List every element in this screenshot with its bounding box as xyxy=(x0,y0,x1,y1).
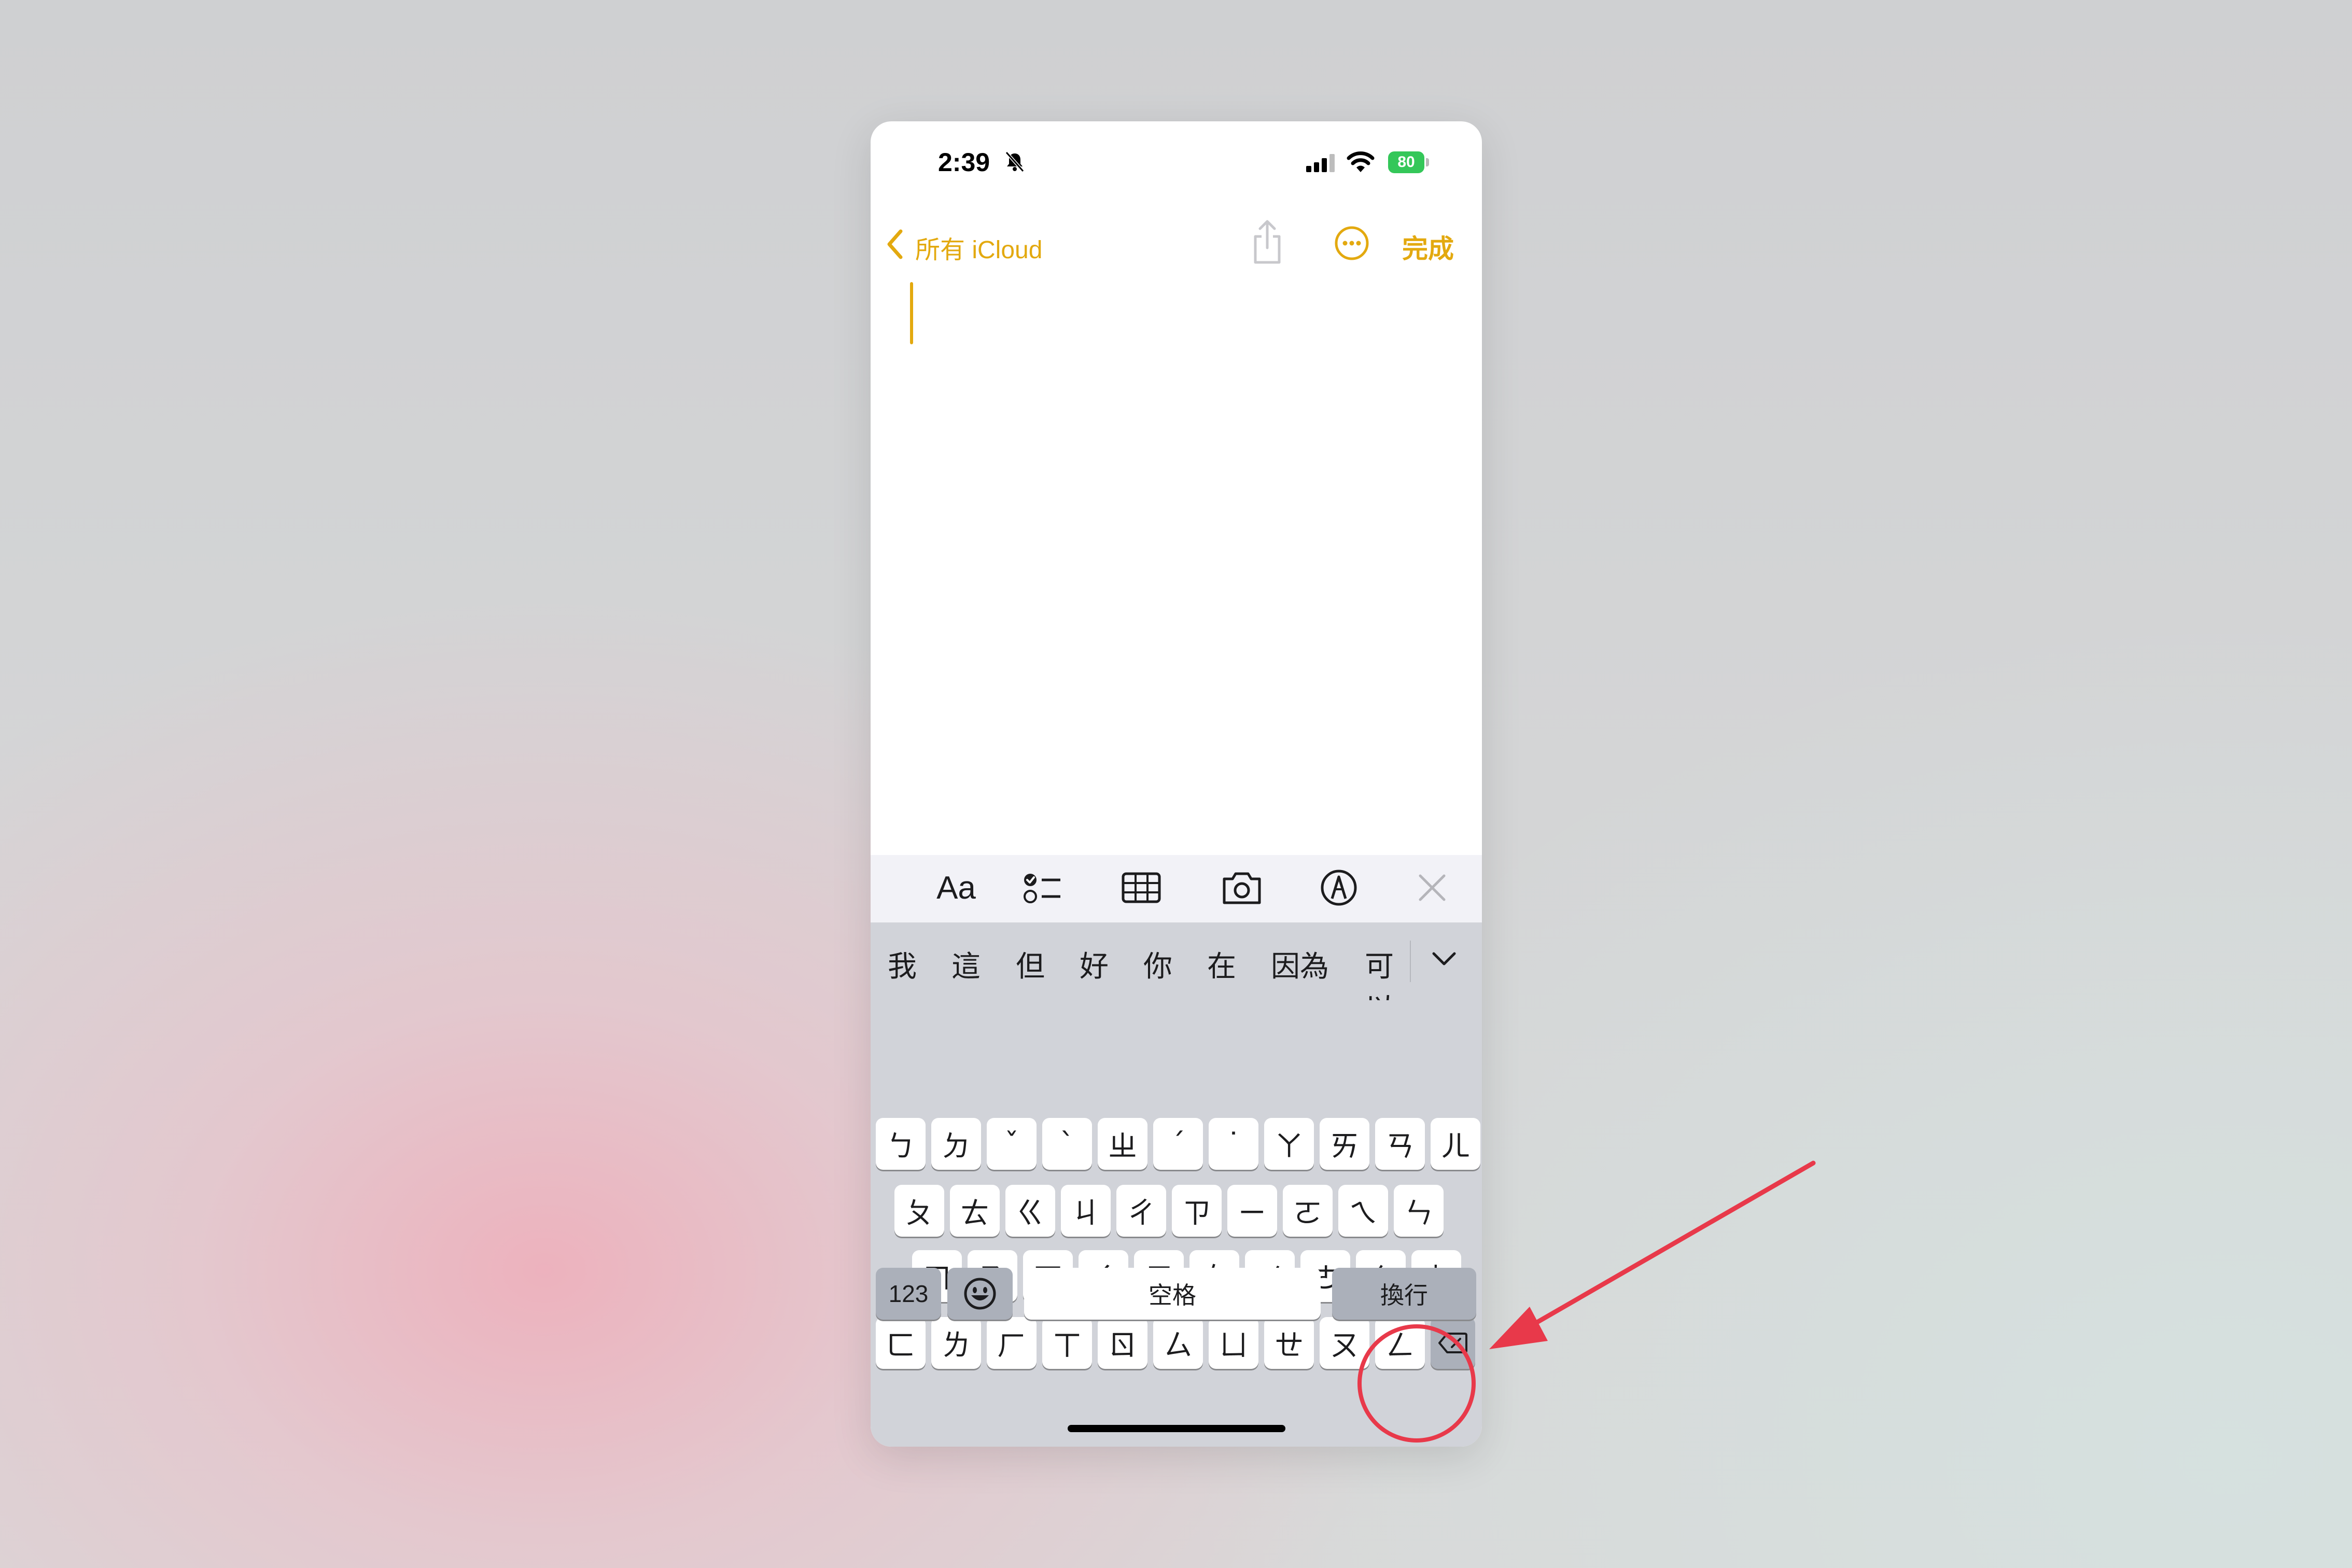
zhuyin-key[interactable]: ㄐ xyxy=(1061,1185,1111,1237)
wifi-icon xyxy=(1347,151,1375,172)
zhuyin-key[interactable]: ㄆ xyxy=(894,1185,944,1237)
zhuyin-key[interactable]: ㄢ xyxy=(1375,1118,1425,1170)
back-button[interactable]: 所有 iCloud xyxy=(915,229,1042,265)
candidate-bar: 我 這 但 好 你 在 因為 可以 xyxy=(871,922,1482,1000)
zhuyin-key[interactable]: ㄙ xyxy=(1153,1317,1203,1369)
candidate-word[interactable]: 在 xyxy=(1207,943,1236,985)
emoji-icon xyxy=(964,1278,996,1310)
annotation-arrow-head xyxy=(1489,1307,1548,1349)
return-key[interactable]: 換行 xyxy=(1332,1268,1476,1320)
candidate-list: 我 這 但 好 你 在 因為 可以 xyxy=(871,922,1410,1000)
zhuyin-key[interactable]: ㄖ xyxy=(1098,1317,1147,1369)
zhuyin-key[interactable]: ㄗ xyxy=(1172,1185,1222,1237)
delete-icon xyxy=(1438,1333,1467,1353)
zhuyin-key[interactable]: ㄝ xyxy=(1264,1317,1314,1369)
zhuyin-key[interactable]: ㄚ xyxy=(1264,1118,1314,1170)
candidate-word[interactable]: 這 xyxy=(951,943,981,985)
zhuyin-key[interactable]: ˙ xyxy=(1209,1118,1258,1170)
bell-slash-icon xyxy=(1005,151,1025,172)
zhuyin-key[interactable]: ㄈ xyxy=(876,1317,926,1369)
share-icon[interactable] xyxy=(1249,219,1285,265)
zhuyin-key[interactable]: ㄦ xyxy=(1431,1118,1480,1170)
zhuyin-key[interactable]: ㄓ xyxy=(1098,1118,1147,1170)
candidate-word[interactable]: 但 xyxy=(1016,943,1045,985)
checklist-icon[interactable] xyxy=(1021,864,1062,911)
zhuyin-key[interactable]: ㄧ xyxy=(1227,1185,1277,1237)
annotation-arrow-shaft xyxy=(1519,1160,1816,1334)
zhuyin-key[interactable]: ㄞ xyxy=(1320,1118,1369,1170)
battery-icon: 80 xyxy=(1388,151,1430,173)
markup-icon[interactable] xyxy=(1318,864,1360,911)
zhuyin-key[interactable]: ㄊ xyxy=(950,1185,1000,1237)
candidate-divider xyxy=(1410,941,1411,982)
ellipsis-circle-icon[interactable] xyxy=(1334,225,1370,261)
zhuyin-key[interactable]: ㄥ xyxy=(1375,1317,1425,1369)
status-bar: 2:39 80 xyxy=(871,121,1482,199)
battery-cap xyxy=(1426,158,1429,166)
home-indicator xyxy=(1068,1425,1285,1432)
text-cursor xyxy=(910,282,913,344)
emoji-key[interactable] xyxy=(947,1268,1013,1320)
battery-level: 80 xyxy=(1388,151,1424,173)
zhuyin-key[interactable]: ㄩ xyxy=(1209,1317,1258,1369)
space-key[interactable]: 空格 xyxy=(1024,1268,1321,1320)
zhuyin-key[interactable]: ㄣ xyxy=(1394,1185,1444,1237)
chevron-left-icon[interactable] xyxy=(885,228,904,260)
close-icon[interactable] xyxy=(1414,864,1450,911)
zhuyin-key[interactable]: ㄒ xyxy=(1042,1317,1092,1369)
zhuyin-key[interactable]: ㄏ xyxy=(987,1317,1037,1369)
formatting-toolbar: Aa xyxy=(871,855,1482,922)
status-time: 2:39 xyxy=(938,148,990,177)
cellular-signal-icon xyxy=(1306,154,1335,172)
phone-screen: 2:39 80 所有 iCloud 完成 Aa 我 這 但 好 你 在 因為 可… xyxy=(871,121,1482,1447)
chevron-down-icon[interactable] xyxy=(1430,948,1459,969)
delete-key[interactable] xyxy=(1431,1317,1475,1369)
candidate-word[interactable]: 好 xyxy=(1080,943,1109,985)
zhuyin-key[interactable]: ㄍ xyxy=(1005,1185,1055,1237)
zhuyin-key[interactable]: ㄉ xyxy=(931,1118,981,1170)
zhuyin-key[interactable]: ㄡ xyxy=(1320,1317,1369,1369)
zhuyin-key[interactable]: ˊ xyxy=(1153,1118,1203,1170)
camera-icon[interactable] xyxy=(1221,864,1263,911)
format-text-button[interactable]: Aa xyxy=(928,864,985,911)
numbers-key[interactable]: 123 xyxy=(876,1268,941,1320)
zhuyin-key[interactable]: ㄅ xyxy=(876,1118,926,1170)
zhuyin-key[interactable]: ˇ xyxy=(987,1118,1037,1170)
zhuyin-key[interactable]: ˋ xyxy=(1042,1118,1092,1170)
zhuyin-key[interactable]: ㄔ xyxy=(1116,1185,1166,1237)
candidate-word[interactable]: 你 xyxy=(1143,943,1172,985)
candidate-word[interactable]: 可以 xyxy=(1365,943,1410,1000)
table-icon[interactable] xyxy=(1121,864,1162,911)
zhuyin-key[interactable]: ㄌ xyxy=(931,1317,981,1369)
zhuyin-key[interactable]: ㄟ xyxy=(1338,1185,1388,1237)
zhuyin-key[interactable]: ㄛ xyxy=(1283,1185,1333,1237)
candidate-word[interactable]: 因為 xyxy=(1271,943,1329,985)
candidate-word[interactable]: 我 xyxy=(888,943,917,985)
navigation-bar: 所有 iCloud 完成 xyxy=(871,199,1482,282)
done-button[interactable]: 完成 xyxy=(1402,228,1454,265)
